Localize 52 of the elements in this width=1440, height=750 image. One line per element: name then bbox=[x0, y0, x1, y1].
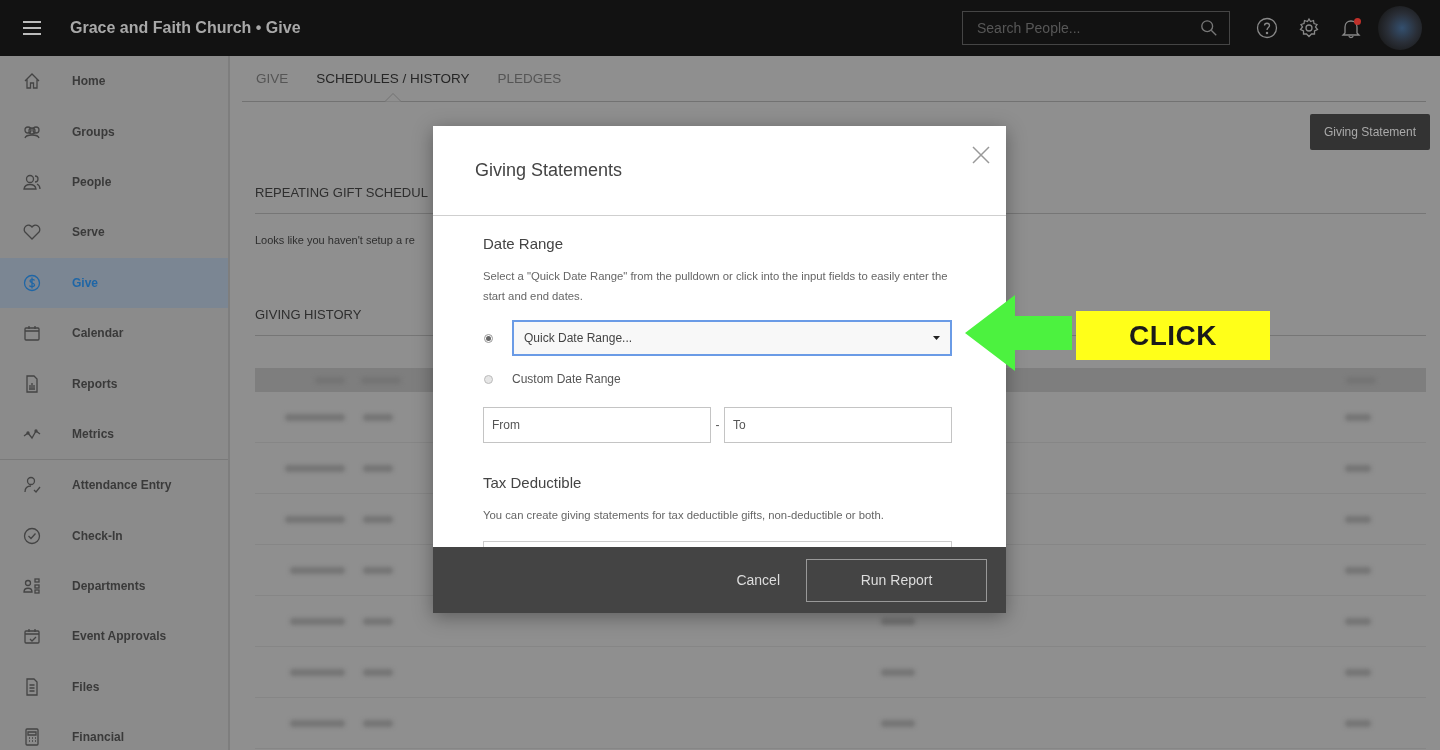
sidebar-item[interactable]: Calendar bbox=[0, 307, 228, 359]
section-description: Select a "Quick Date Range" from the pulldown or click into the input fields to easily enter the start and end dates. bbox=[483, 269, 949, 304]
sidebar-item[interactable]: Reports bbox=[0, 358, 228, 409]
notifications-icon[interactable] bbox=[1340, 17, 1362, 39]
run-report-button[interactable]: Run Report bbox=[806, 558, 987, 602]
section-heading: Date Range bbox=[483, 235, 565, 252]
tab[interactable]: GIVE bbox=[242, 56, 303, 101]
dollar-icon bbox=[22, 272, 42, 293]
sidebar-item[interactable]: Groups bbox=[0, 106, 228, 157]
check-icon bbox=[22, 525, 42, 546]
radio-button[interactable] bbox=[484, 333, 493, 343]
from-date-field[interactable]: From bbox=[483, 407, 711, 443]
section-title: REPEATING GIFT SCHEDUL bbox=[255, 185, 428, 200]
sidebar-item[interactable]: Home bbox=[0, 56, 228, 107]
search-field[interactable]: Search People... bbox=[962, 11, 1230, 45]
settings-icon[interactable] bbox=[1298, 17, 1320, 39]
sidebar-item[interactable]: Event Approvals bbox=[0, 611, 228, 662]
sidebar-item[interactable]: Files bbox=[0, 661, 228, 713]
app-title: Grace and Faith Church • Give bbox=[70, 19, 301, 37]
home-icon bbox=[22, 71, 42, 92]
sidebar-item[interactable]: Attendance Entry bbox=[0, 460, 228, 511]
search-icon[interactable] bbox=[1200, 19, 1218, 37]
menu-icon[interactable] bbox=[22, 20, 42, 36]
giving-statement-button[interactable]: Giving Statement bbox=[1309, 114, 1430, 150]
section-heading: Tax Deductible bbox=[483, 474, 583, 491]
sidebar-item[interactable]: Check-In bbox=[0, 510, 228, 561]
tab[interactable]: PLEDGES bbox=[483, 56, 576, 101]
radio-button[interactable] bbox=[484, 374, 493, 384]
caret-icon bbox=[933, 336, 940, 340]
radio-label: Custom Date Range bbox=[512, 372, 621, 386]
sidebar-item[interactable]: Departments bbox=[0, 560, 228, 612]
calculator-icon bbox=[22, 727, 42, 748]
empty-message: Looks like you haven't setup a re bbox=[255, 234, 415, 246]
calendar-check-icon bbox=[22, 626, 42, 647]
arrow-icon bbox=[965, 295, 1073, 371]
sidebar-item[interactable]: Metrics bbox=[0, 408, 228, 460]
click-callout: CLICK bbox=[1076, 311, 1270, 360]
to-date-field[interactable]: To bbox=[724, 407, 952, 443]
sidebar-item[interactable]: People bbox=[0, 156, 228, 208]
departments-icon bbox=[22, 576, 42, 597]
quick-date-range-select[interactable]: Quick Date Range... bbox=[512, 320, 952, 356]
calendar-icon bbox=[22, 323, 42, 344]
sidebar-item[interactable]: Financial bbox=[0, 712, 228, 750]
section-title: GIVING HISTORY bbox=[255, 307, 362, 322]
tab[interactable]: SCHEDULES / HISTORY bbox=[302, 56, 484, 101]
help-icon[interactable] bbox=[1256, 17, 1278, 39]
range-separator: - bbox=[714, 418, 721, 432]
dialog-title: Giving Statements bbox=[475, 160, 623, 181]
section-description: You can create giving statements for tax deductible gifts, non-deductible or both. bbox=[483, 508, 885, 523]
sidebar-item[interactable]: Serve bbox=[0, 207, 228, 258]
close-icon[interactable] bbox=[972, 146, 990, 164]
cancel-button[interactable]: Cancel bbox=[730, 571, 786, 589]
